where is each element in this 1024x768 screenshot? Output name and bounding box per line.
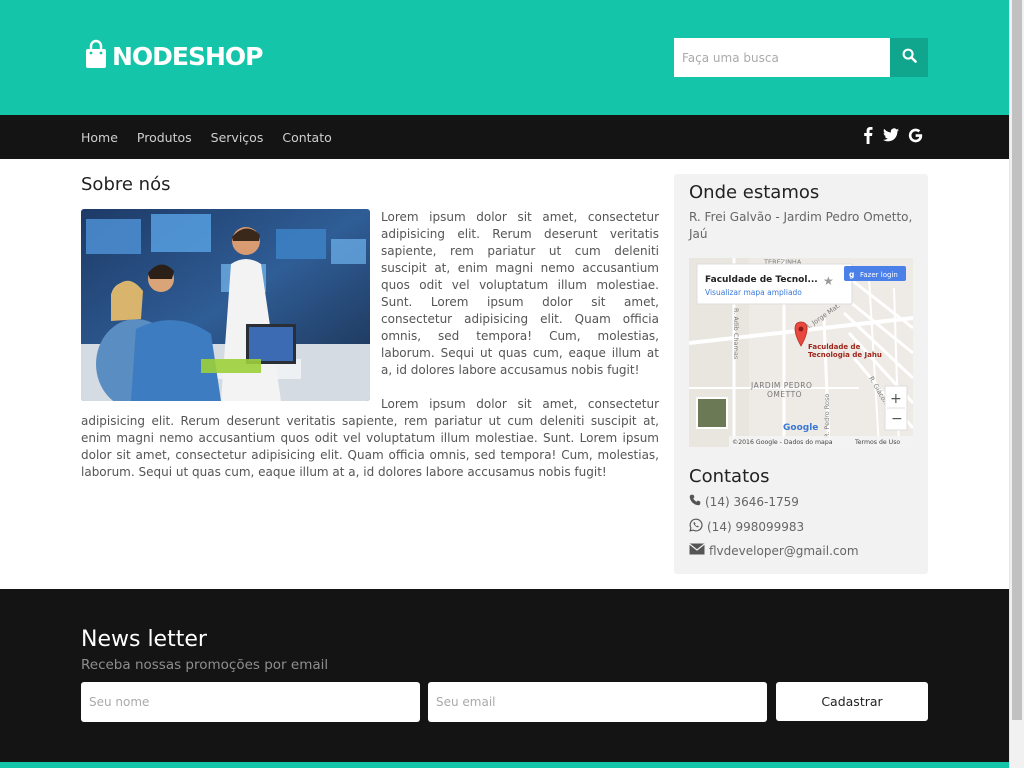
map-attribution: ©2016 Google - Dados do mapa xyxy=(732,438,833,446)
google-icon[interactable] xyxy=(908,128,923,143)
map-district-1: JARDIM PEDRO xyxy=(750,381,812,390)
nav-item-contato[interactable]: Contato xyxy=(282,130,331,145)
star-icon[interactable]: ★ xyxy=(823,274,834,288)
newsletter-name-input[interactable] xyxy=(81,682,420,722)
site-header: NODESHOP xyxy=(0,0,1009,115)
social-links xyxy=(862,126,932,144)
twitter-icon[interactable] xyxy=(883,128,899,142)
map-place-name: Faculdade de Tecnol... xyxy=(705,275,818,285)
zoom-out-button[interactable]: − xyxy=(891,411,903,427)
about-paragraph-2: Lorem ipsum dolor sit amet, consectetur … xyxy=(81,397,659,479)
email-address[interactable]: flvdeveloper@gmail.com xyxy=(709,544,859,558)
whatsapp-icon xyxy=(689,518,707,535)
logo-text: NODESHOP xyxy=(112,41,264,71)
search-icon xyxy=(902,48,917,67)
google-map[interactable]: TEREZINHA R. Adib Chamas R. Jorge Mat. R… xyxy=(689,258,913,447)
nav-item-produtos[interactable]: Produtos xyxy=(137,130,192,145)
zoom-in-button[interactable]: + xyxy=(890,391,902,407)
google-logo: Google xyxy=(783,423,818,433)
map-view-larger-link[interactable]: Visualizar mapa ampliado xyxy=(705,288,802,297)
newsletter-submit-button[interactable]: Cadastrar xyxy=(776,682,928,721)
logo[interactable]: NODESHOP xyxy=(85,39,264,73)
about-title: Sobre nós xyxy=(81,174,171,195)
whatsapp-number: (14) 998099983 xyxy=(707,519,805,534)
scrollbar-thumb[interactable] xyxy=(1012,0,1022,720)
map-street-adib: R. Adib Chamas xyxy=(732,308,740,360)
newsletter-section: News letter Receba nossas promoções por … xyxy=(0,589,1009,768)
map-pin-label-2: Tecnologia de Jahu xyxy=(808,351,882,359)
svg-text:g: g xyxy=(849,270,854,279)
nav-item-home[interactable]: Home xyxy=(81,130,118,145)
map-district-2: OMETTO xyxy=(767,390,802,399)
shopping-bag-icon xyxy=(85,39,107,73)
footer-strip xyxy=(0,762,1009,768)
search-input[interactable] xyxy=(674,38,890,77)
main-navbar: Home Produtos Serviços Contato xyxy=(0,115,1009,159)
newsletter-title: News letter xyxy=(81,627,207,652)
map-street-pedro-roso: R. Pedro Roso xyxy=(823,394,831,438)
satellite-thumbnail[interactable] xyxy=(696,397,728,429)
map-terms-link[interactable]: Termos de Uso xyxy=(854,439,900,446)
contact-phone: (14) 3646-1759 xyxy=(689,494,799,509)
map-login-label: Fazer login xyxy=(860,271,898,279)
phone-icon xyxy=(689,494,705,509)
contact-email: flvdeveloper@gmail.com xyxy=(689,543,859,558)
address-text: R. Frei Galvão - Jardim Pedro Ometto, Ja… xyxy=(689,210,913,241)
map-pin-label-1: Faculdade de xyxy=(808,343,861,351)
envelope-icon xyxy=(689,543,709,558)
facebook-icon[interactable] xyxy=(862,126,874,144)
newsletter-email-input[interactable] xyxy=(428,682,767,722)
contacts-title: Contatos xyxy=(689,466,770,487)
nav-item-servicos[interactable]: Serviços xyxy=(211,130,264,145)
location-title: Onde estamos xyxy=(689,182,820,203)
search-bar xyxy=(674,38,928,77)
page-scrollbar[interactable] xyxy=(1009,0,1024,768)
newsletter-subtitle: Receba nossas promoções por email xyxy=(81,657,329,673)
nav-links: Home Produtos Serviços Contato xyxy=(81,115,351,159)
store-photo xyxy=(81,209,370,401)
sidebar: Onde estamos R. Frei Galvão - Jardim Ped… xyxy=(674,174,928,574)
contact-whatsapp: (14) 998099983 xyxy=(689,518,804,535)
phone-number: (14) 3646-1759 xyxy=(705,494,799,509)
search-button[interactable] xyxy=(890,38,928,77)
